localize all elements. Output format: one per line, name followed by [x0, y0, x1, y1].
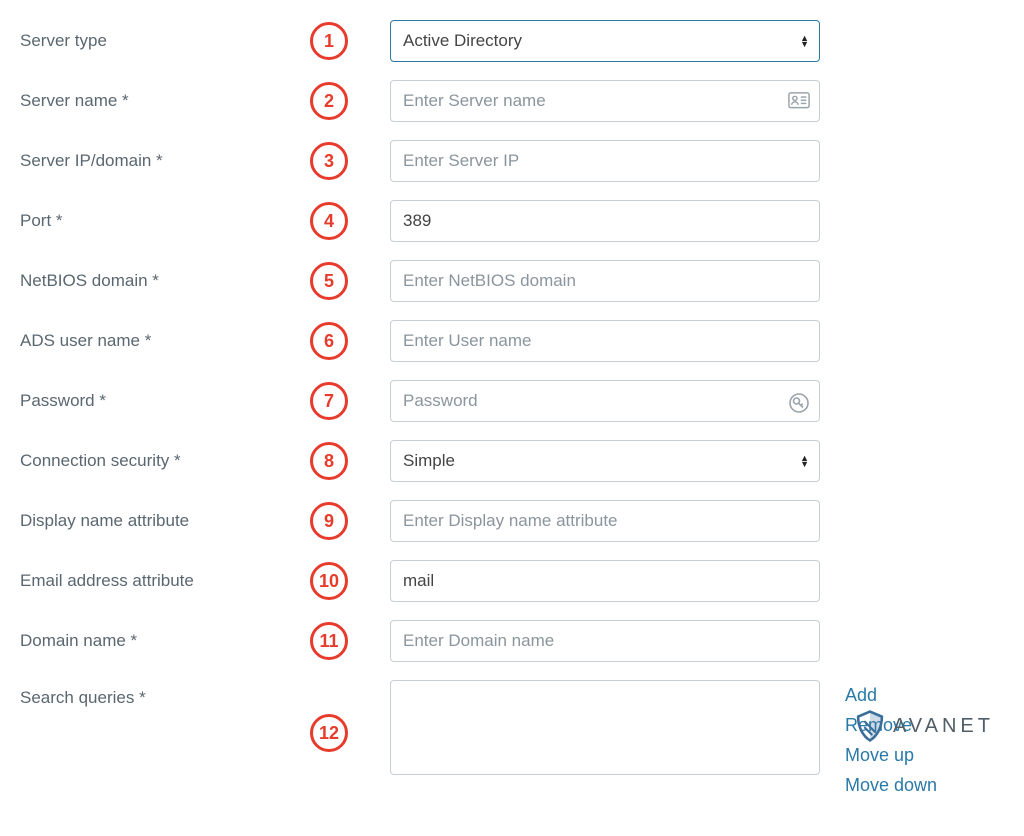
port-label: Port * [20, 211, 310, 231]
server-name-label: Server name * [20, 91, 310, 111]
search-queries-label: Search queries * [20, 680, 310, 708]
add-link[interactable]: Add [845, 682, 937, 708]
annotation-marker-11: 11 [310, 622, 348, 660]
email-attr-label: Email address attribute [20, 571, 310, 591]
annotation-marker-3: 3 [310, 142, 348, 180]
key-icon [788, 392, 810, 410]
server-ip-input[interactable] [390, 140, 820, 182]
annotation-marker-7: 7 [310, 382, 348, 420]
annotation-marker-8: 8 [310, 442, 348, 480]
domain-name-input[interactable] [390, 620, 820, 662]
password-label: Password * [20, 391, 310, 411]
annotation-marker-10: 10 [310, 562, 348, 600]
move-up-link[interactable]: Move up [845, 742, 937, 768]
display-attr-label: Display name attribute [20, 511, 310, 531]
netbios-input[interactable] [390, 260, 820, 302]
conn-sec-select[interactable]: Simple ▲▼ [390, 440, 820, 482]
shield-icon [853, 709, 887, 743]
search-queries-textarea[interactable] [390, 680, 820, 775]
server-type-label: Server type [20, 31, 310, 51]
email-attr-input[interactable] [390, 560, 820, 602]
port-input[interactable] [390, 200, 820, 242]
server-name-input[interactable] [390, 80, 820, 122]
conn-sec-label: Connection security * [20, 451, 310, 471]
id-card-icon [788, 92, 810, 110]
ads-user-input[interactable] [390, 320, 820, 362]
annotation-marker-6: 6 [310, 322, 348, 360]
chevron-up-down-icon: ▲▼ [800, 455, 809, 467]
conn-sec-value: Simple [403, 451, 455, 471]
avanet-logo: AVANET [853, 709, 994, 743]
chevron-up-down-icon: ▲▼ [800, 35, 809, 47]
annotation-marker-9: 9 [310, 502, 348, 540]
move-down-link[interactable]: Move down [845, 772, 937, 798]
annotation-marker-2: 2 [310, 82, 348, 120]
domain-name-label: Domain name * [20, 631, 310, 651]
annotation-marker-4: 4 [310, 202, 348, 240]
server-ip-label: Server IP/domain * [20, 151, 310, 171]
annotation-marker-1: 1 [310, 22, 348, 60]
server-type-select[interactable]: Active Directory ▲▼ [390, 20, 820, 62]
annotation-marker-5: 5 [310, 262, 348, 300]
password-input[interactable] [390, 380, 820, 422]
server-type-value: Active Directory [403, 31, 522, 51]
logo-text: AVANET [893, 715, 994, 738]
annotation-marker-12: 12 [310, 714, 348, 752]
display-attr-input[interactable] [390, 500, 820, 542]
netbios-label: NetBIOS domain * [20, 271, 310, 291]
ads-user-label: ADS user name * [20, 331, 310, 351]
